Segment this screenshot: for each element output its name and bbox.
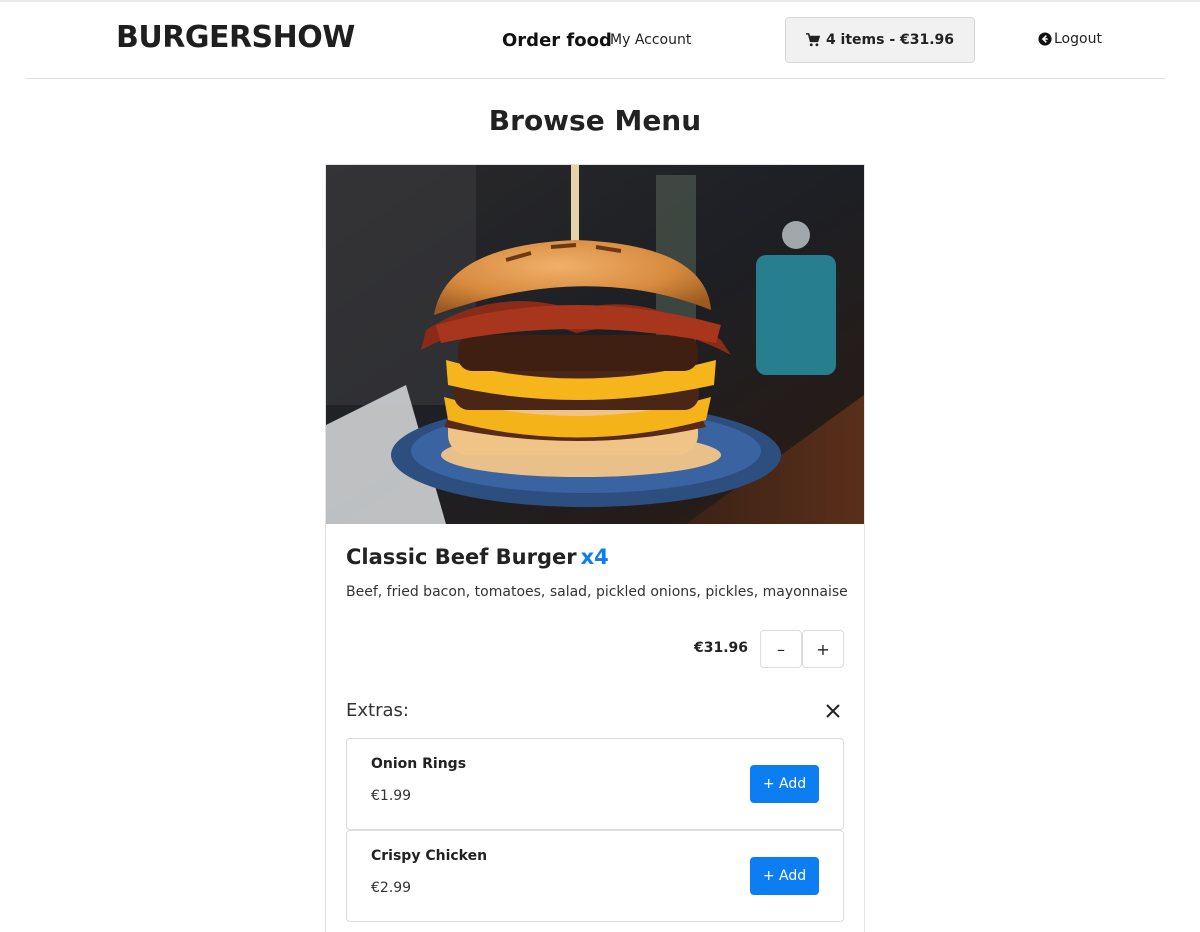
page-title: Browse Menu bbox=[488, 104, 702, 137]
item-description: Beef, fried bacon, tomatoes, salad, pick… bbox=[346, 584, 848, 600]
add-extra-button[interactable]: + Add bbox=[750, 765, 819, 803]
item-title: Classic Beef Burger x4 bbox=[346, 545, 609, 569]
extra-name: Crispy Chicken bbox=[371, 848, 488, 864]
add-extra-button[interactable]: + Add bbox=[750, 857, 819, 895]
item-quantity-badge: x4 bbox=[580, 545, 609, 569]
burger-photo bbox=[326, 165, 864, 524]
extra-price: €2.99 bbox=[371, 880, 412, 896]
item-name: Classic Beef Burger bbox=[346, 545, 577, 569]
extra-price: €1.99 bbox=[371, 788, 412, 804]
cart-summary: 4 items - €31.96 bbox=[825, 32, 955, 48]
cart-button[interactable]: 4 items - €31.96 bbox=[785, 17, 975, 63]
extra-name: Onion Rings bbox=[371, 756, 467, 772]
close-icon[interactable] bbox=[823, 701, 843, 721]
item-price: €31.96 bbox=[694, 640, 749, 656]
logout-link[interactable]: Logout bbox=[1038, 31, 1102, 47]
logout-label: Logout bbox=[1054, 31, 1102, 47]
nav-order-food[interactable]: Order food bbox=[502, 30, 612, 51]
extras-label: Extras: bbox=[346, 700, 409, 721]
brand-logo[interactable]: BURGERSHOW bbox=[116, 20, 355, 55]
cart-icon bbox=[805, 33, 821, 47]
decrease-quantity-button[interactable]: – bbox=[760, 630, 802, 668]
increase-quantity-button[interactable]: + bbox=[802, 630, 844, 668]
arrow-circle-left-icon bbox=[1038, 32, 1052, 46]
nav-my-account[interactable]: My Account bbox=[610, 32, 691, 48]
menu-item-card: Classic Beef Burger x4 Beef, fried bacon,… bbox=[325, 164, 865, 932]
extra-item: Crispy Chicken €2.99 + Add bbox=[346, 830, 844, 922]
navbar: BURGERSHOW Order food My Account 4 items… bbox=[25, 2, 1165, 79]
extra-item: Onion Rings €1.99 + Add bbox=[346, 738, 844, 830]
